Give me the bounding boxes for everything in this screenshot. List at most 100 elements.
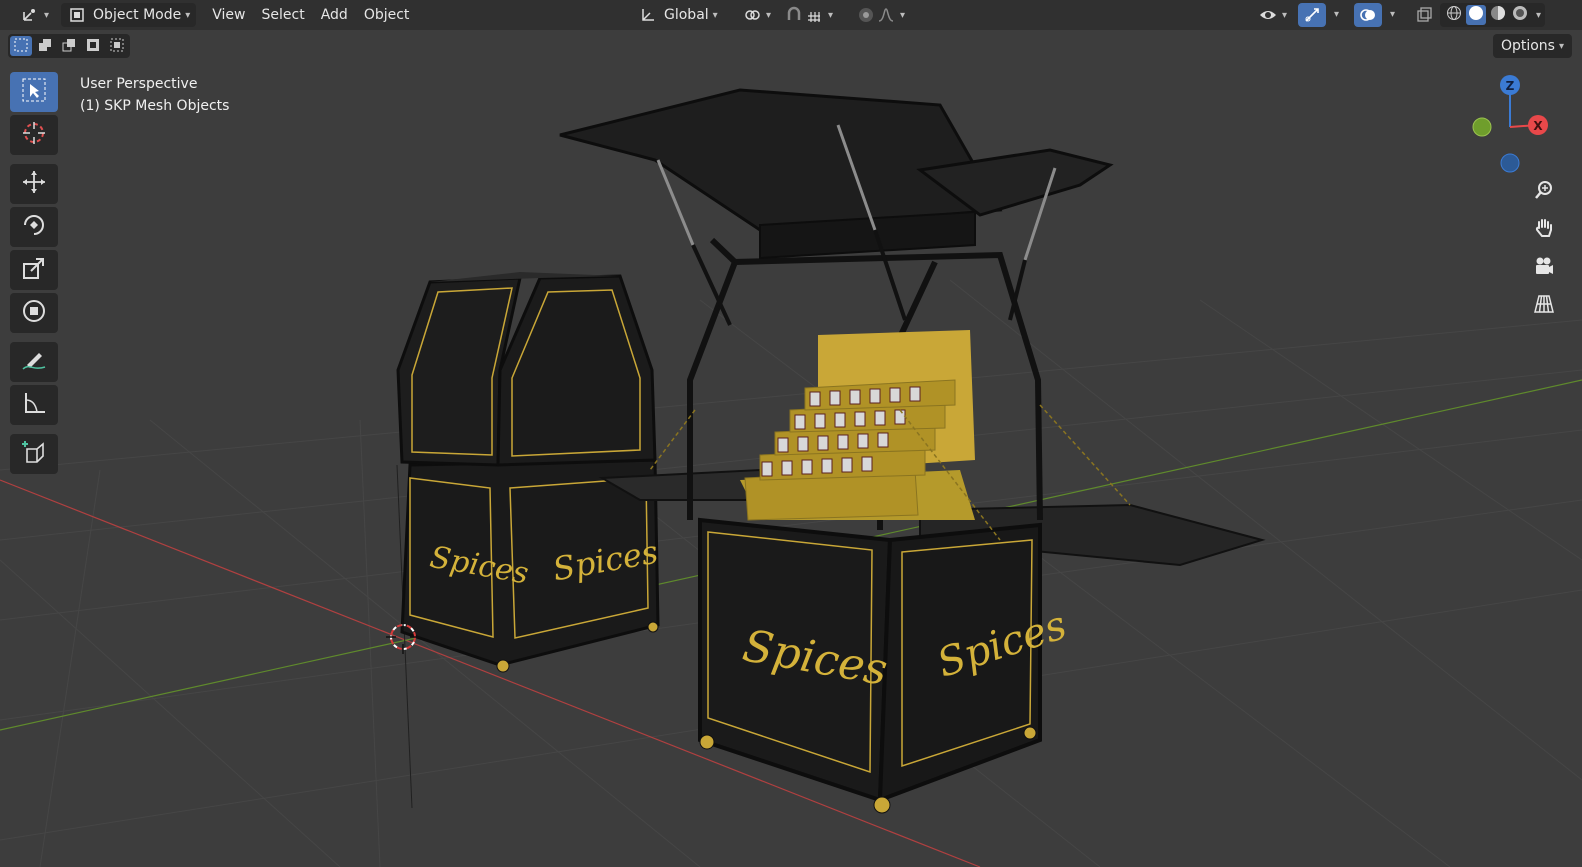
ruler-icon	[21, 390, 47, 420]
select-intersect-icon	[110, 37, 124, 56]
viewport-tool-header: Options ▾	[0, 32, 1582, 60]
options-dropdown[interactable]: Options ▾	[1492, 34, 1572, 58]
proportional-editing-icon	[856, 5, 876, 25]
3d-viewport[interactable]: Spices Spices Spices Spices	[0, 0, 1582, 867]
pan-button[interactable]	[1527, 213, 1561, 247]
navigation-gizmo[interactable]: Z X	[1462, 72, 1572, 182]
tool-cursor[interactable]	[10, 115, 58, 155]
select-new-button[interactable]	[10, 36, 32, 56]
tool-add-cube[interactable]	[10, 434, 58, 474]
chevron-down-icon: ▾	[828, 9, 834, 21]
tool-transform[interactable]	[10, 293, 58, 333]
wireframe-shading-button[interactable]	[1444, 5, 1464, 25]
add-cube-icon	[21, 439, 47, 469]
select-extend-icon	[38, 37, 52, 56]
select-subtract-button[interactable]	[58, 36, 80, 56]
scale-icon	[21, 255, 47, 285]
snap-grid-icon	[804, 5, 824, 25]
select-new-icon	[14, 37, 28, 56]
chevron-down-icon: ▾	[44, 9, 50, 21]
chevron-down-icon: ▾	[1282, 9, 1288, 21]
chevron-down-icon[interactable]: ▾	[1334, 9, 1339, 20]
editor-type-button[interactable]: ▾	[14, 3, 55, 27]
rotate-icon	[21, 212, 47, 242]
transform-icon	[21, 298, 47, 328]
x-axis-label: X	[1533, 119, 1543, 133]
chevron-down-icon: ▾	[766, 9, 772, 21]
select-invert-button[interactable]	[82, 36, 104, 56]
tool-select-box[interactable]	[10, 72, 58, 112]
zoom-magnifier-icon	[1533, 179, 1555, 205]
chevron-down-icon[interactable]: ▾	[1390, 9, 1395, 20]
toggle-perspective-button[interactable]	[1527, 289, 1561, 323]
hand-icon	[1533, 217, 1555, 243]
camera-view-button[interactable]	[1527, 251, 1561, 285]
move-icon	[21, 169, 47, 199]
pivot-point-dropdown[interactable]: ▾	[736, 3, 777, 27]
perspective-grid-icon	[1533, 293, 1555, 319]
mode-dropdown[interactable]: Object Mode ▾	[61, 3, 197, 27]
proportional-editing-toggle[interactable]: ▾	[850, 3, 911, 27]
chevron-down-icon: ▾	[185, 9, 191, 21]
tool-scale[interactable]	[10, 250, 58, 290]
pivot-icon	[742, 5, 762, 25]
options-label: Options	[1500, 38, 1555, 54]
viewport-header: ▾ Object Mode ▾ View Select Add Object G…	[0, 0, 1582, 30]
annotate-pencil-icon	[21, 347, 47, 377]
chevron-down-icon[interactable]: ▾	[1536, 10, 1541, 21]
snap-toggle[interactable]: ▾	[778, 3, 839, 27]
orientation-icon	[638, 5, 658, 25]
overlays-toggle[interactable]	[1354, 3, 1382, 27]
menu-add[interactable]: Add	[313, 3, 356, 27]
menu-select[interactable]: Select	[254, 3, 313, 27]
gizmo-icon	[1302, 5, 1322, 25]
navigation-buttons	[1527, 175, 1561, 327]
select-extend-button[interactable]	[34, 36, 56, 56]
material-sphere-icon	[1490, 5, 1506, 25]
selection-mode-group	[8, 34, 130, 58]
camera-icon	[1533, 255, 1555, 281]
eye-icon	[1258, 5, 1278, 25]
z-axis-negative-handle[interactable]	[1500, 153, 1520, 173]
select-subtract-icon	[62, 37, 76, 56]
z-axis-label: Z	[1506, 79, 1515, 93]
solid-sphere-icon	[1468, 5, 1484, 25]
tool-move[interactable]	[10, 164, 58, 204]
chevron-down-icon: ▾	[712, 9, 718, 21]
collection-label: (1) SKP Mesh Objects	[80, 98, 230, 114]
select-intersect-button[interactable]	[106, 36, 128, 56]
chevron-down-icon: ▾	[1558, 40, 1564, 52]
tool-measure[interactable]	[10, 385, 58, 425]
viewport-info: User Perspective (1) SKP Mesh Objects	[80, 73, 229, 117]
menu-view[interactable]: View	[204, 3, 253, 27]
tool-annotate[interactable]	[10, 342, 58, 382]
xray-toggle[interactable]	[1410, 3, 1438, 27]
closed-cart[interactable]: Spices Spices	[396, 272, 661, 673]
select-box-icon	[21, 77, 47, 107]
object-mode-icon	[67, 5, 87, 25]
shading-modes: ▾	[1440, 3, 1546, 27]
menu-object[interactable]: Object	[356, 3, 418, 27]
tool-rotate[interactable]	[10, 207, 58, 247]
y-axis-negative-handle[interactable]	[1472, 117, 1492, 137]
wireframe-sphere-icon	[1446, 5, 1462, 25]
perspective-label: User Perspective	[80, 76, 198, 92]
material-preview-button[interactable]	[1488, 5, 1508, 25]
falloff-curve-icon	[876, 5, 896, 25]
rendered-shading-button[interactable]	[1510, 5, 1530, 25]
visibility-dropdown[interactable]: ▾	[1254, 3, 1291, 27]
select-invert-icon	[86, 37, 100, 56]
transform-orientation-dropdown[interactable]: Global ▾	[632, 3, 724, 27]
overlays-icon	[1358, 5, 1378, 25]
solid-shading-button[interactable]	[1466, 5, 1486, 25]
magnet-icon	[784, 5, 804, 25]
zoom-button[interactable]	[1527, 175, 1561, 209]
xray-icon	[1414, 5, 1434, 25]
cursor-icon	[21, 120, 47, 150]
tool-shelf	[10, 72, 60, 477]
mode-label: Object Mode	[93, 7, 182, 23]
gizmo-toggle[interactable]	[1298, 3, 1326, 27]
3d-viewport-icon	[20, 5, 40, 25]
rendered-sphere-icon	[1512, 5, 1528, 25]
chevron-down-icon: ▾	[900, 9, 906, 21]
